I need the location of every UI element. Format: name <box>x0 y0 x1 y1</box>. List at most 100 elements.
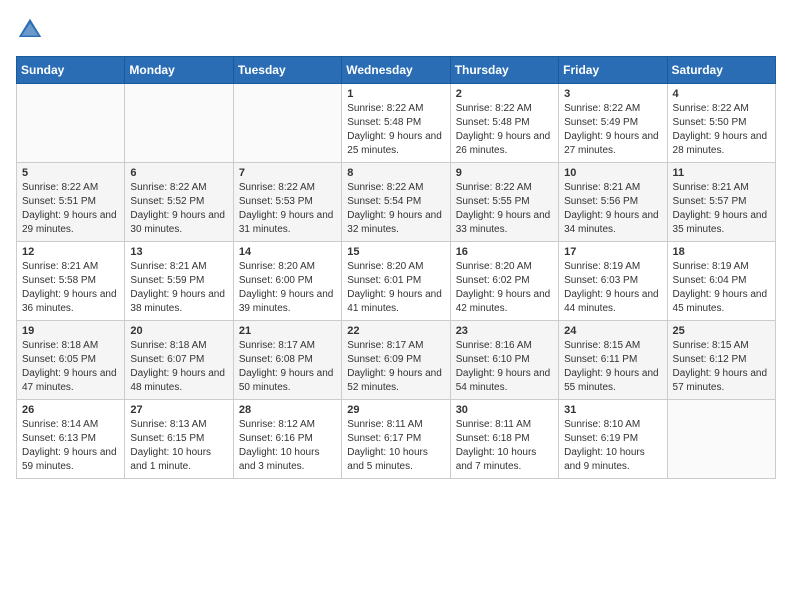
day-info: Sunrise: 8:14 AM Sunset: 6:13 PM Dayligh… <box>22 418 119 474</box>
day-number: 3 <box>564 88 661 100</box>
calendar-cell: 15 Sunrise: 8:20 AM Sunset: 6:01 PM Dayli… <box>342 242 450 321</box>
day-info: Sunrise: 8:19 AM Sunset: 6:03 PM Dayligh… <box>564 260 661 316</box>
day-info: Sunrise: 8:22 AM Sunset: 5:48 PM Dayligh… <box>347 102 444 158</box>
day-info: Sunrise: 8:22 AM Sunset: 5:50 PM Dayligh… <box>673 102 770 158</box>
day-info: Sunrise: 8:22 AM Sunset: 5:53 PM Dayligh… <box>239 181 336 237</box>
calendar-cell: 27 Sunrise: 8:13 AM Sunset: 6:15 PM Dayli… <box>125 400 233 479</box>
day-number: 4 <box>673 88 770 100</box>
calendar-cell: 11 Sunrise: 8:21 AM Sunset: 5:57 PM Dayli… <box>667 163 775 242</box>
day-number: 5 <box>22 167 119 179</box>
calendar-cell: 1 Sunrise: 8:22 AM Sunset: 5:48 PM Daylig… <box>342 84 450 163</box>
day-number: 12 <box>22 246 119 258</box>
day-info: Sunrise: 8:21 AM Sunset: 5:58 PM Dayligh… <box>22 260 119 316</box>
calendar-cell: 2 Sunrise: 8:22 AM Sunset: 5:48 PM Daylig… <box>450 84 558 163</box>
day-info: Sunrise: 8:21 AM Sunset: 5:56 PM Dayligh… <box>564 181 661 237</box>
day-info: Sunrise: 8:20 AM Sunset: 6:01 PM Dayligh… <box>347 260 444 316</box>
column-header-thursday: Thursday <box>450 57 558 84</box>
day-number: 6 <box>130 167 227 179</box>
day-number: 19 <box>22 325 119 337</box>
day-number: 22 <box>347 325 444 337</box>
day-number: 30 <box>456 404 553 416</box>
calendar-cell: 19 Sunrise: 8:18 AM Sunset: 6:05 PM Dayli… <box>17 321 125 400</box>
calendar-week-5: 26 Sunrise: 8:14 AM Sunset: 6:13 PM Dayli… <box>17 400 776 479</box>
calendar-cell: 8Sunrise: 8:22 AM Sunset: 5:54 PM Daylig… <box>342 163 450 242</box>
day-info: Sunrise: 8:16 AM Sunset: 6:10 PM Dayligh… <box>456 339 553 395</box>
day-number: 28 <box>239 404 336 416</box>
calendar-cell: 16 Sunrise: 8:20 AM Sunset: 6:02 PM Dayli… <box>450 242 558 321</box>
calendar-cell <box>17 84 125 163</box>
day-info: Sunrise: 8:12 AM Sunset: 6:16 PM Dayligh… <box>239 418 336 474</box>
day-number: 7 <box>239 167 336 179</box>
calendar-cell <box>125 84 233 163</box>
day-info: Sunrise: 8:17 AM Sunset: 6:08 PM Dayligh… <box>239 339 336 395</box>
calendar-week-4: 19 Sunrise: 8:18 AM Sunset: 6:05 PM Dayli… <box>17 321 776 400</box>
calendar-cell: 17Sunrise: 8:19 AM Sunset: 6:03 PM Dayli… <box>559 242 667 321</box>
day-number: 20 <box>130 325 227 337</box>
day-number: 14 <box>239 246 336 258</box>
column-header-sunday: Sunday <box>17 57 125 84</box>
day-info: Sunrise: 8:18 AM Sunset: 6:05 PM Dayligh… <box>22 339 119 395</box>
day-info: Sunrise: 8:20 AM Sunset: 6:00 PM Dayligh… <box>239 260 336 316</box>
calendar-cell: 31 Sunrise: 8:10 AM Sunset: 6:19 PM Dayli… <box>559 400 667 479</box>
day-info: Sunrise: 8:22 AM Sunset: 5:51 PM Dayligh… <box>22 181 119 237</box>
calendar-cell <box>667 400 775 479</box>
day-number: 16 <box>456 246 553 258</box>
calendar-cell: 26 Sunrise: 8:14 AM Sunset: 6:13 PM Dayli… <box>17 400 125 479</box>
day-info: Sunrise: 8:15 AM Sunset: 6:12 PM Dayligh… <box>673 339 770 395</box>
day-number: 26 <box>22 404 119 416</box>
calendar-cell: 18Sunrise: 8:19 AM Sunset: 6:04 PM Dayli… <box>667 242 775 321</box>
day-number: 2 <box>456 88 553 100</box>
calendar-week-2: 5 Sunrise: 8:22 AM Sunset: 5:51 PM Daylig… <box>17 163 776 242</box>
day-info: Sunrise: 8:22 AM Sunset: 5:52 PM Dayligh… <box>130 181 227 237</box>
page-header <box>16 16 776 44</box>
column-header-friday: Friday <box>559 57 667 84</box>
day-info: Sunrise: 8:21 AM Sunset: 5:59 PM Dayligh… <box>130 260 227 316</box>
column-header-monday: Monday <box>125 57 233 84</box>
day-info: Sunrise: 8:18 AM Sunset: 6:07 PM Dayligh… <box>130 339 227 395</box>
calendar-cell: 20 Sunrise: 8:18 AM Sunset: 6:07 PM Dayli… <box>125 321 233 400</box>
day-number: 11 <box>673 167 770 179</box>
calendar-cell: 13 Sunrise: 8:21 AM Sunset: 5:59 PM Dayli… <box>125 242 233 321</box>
day-number: 1 <box>347 88 444 100</box>
day-info: Sunrise: 8:21 AM Sunset: 5:57 PM Dayligh… <box>673 181 770 237</box>
calendar-cell: 29Sunrise: 8:11 AM Sunset: 6:17 PM Dayli… <box>342 400 450 479</box>
calendar-cell: 21 Sunrise: 8:17 AM Sunset: 6:08 PM Dayli… <box>233 321 341 400</box>
day-info: Sunrise: 8:22 AM Sunset: 5:55 PM Dayligh… <box>456 181 553 237</box>
day-info: Sunrise: 8:22 AM Sunset: 5:54 PM Dayligh… <box>347 181 444 237</box>
day-number: 25 <box>673 325 770 337</box>
calendar-cell: 12 Sunrise: 8:21 AM Sunset: 5:58 PM Dayli… <box>17 242 125 321</box>
calendar-cell: 4 Sunrise: 8:22 AM Sunset: 5:50 PM Daylig… <box>667 84 775 163</box>
day-info: Sunrise: 8:22 AM Sunset: 5:48 PM Dayligh… <box>456 102 553 158</box>
calendar-cell: 25 Sunrise: 8:15 AM Sunset: 6:12 PM Dayli… <box>667 321 775 400</box>
day-number: 10 <box>564 167 661 179</box>
day-info: Sunrise: 8:10 AM Sunset: 6:19 PM Dayligh… <box>564 418 661 474</box>
day-number: 13 <box>130 246 227 258</box>
calendar-cell: 5 Sunrise: 8:22 AM Sunset: 5:51 PM Daylig… <box>17 163 125 242</box>
column-header-saturday: Saturday <box>667 57 775 84</box>
calendar-cell: 9 Sunrise: 8:22 AM Sunset: 5:55 PM Daylig… <box>450 163 558 242</box>
day-info: Sunrise: 8:17 AM Sunset: 6:09 PM Dayligh… <box>347 339 444 395</box>
calendar-cell <box>233 84 341 163</box>
day-info: Sunrise: 8:11 AM Sunset: 6:17 PM Dayligh… <box>347 418 444 474</box>
day-info: Sunrise: 8:15 AM Sunset: 6:11 PM Dayligh… <box>564 339 661 395</box>
column-header-wednesday: Wednesday <box>342 57 450 84</box>
day-number: 21 <box>239 325 336 337</box>
calendar-cell: 7 Sunrise: 8:22 AM Sunset: 5:53 PM Daylig… <box>233 163 341 242</box>
calendar-cell: 14 Sunrise: 8:20 AM Sunset: 6:00 PM Dayli… <box>233 242 341 321</box>
day-number: 15 <box>347 246 444 258</box>
calendar-table: SundayMondayTuesdayWednesdayThursdayFrid… <box>16 56 776 479</box>
day-info: Sunrise: 8:11 AM Sunset: 6:18 PM Dayligh… <box>456 418 553 474</box>
day-info: Sunrise: 8:20 AM Sunset: 6:02 PM Dayligh… <box>456 260 553 316</box>
day-number: 24 <box>564 325 661 337</box>
day-number: 9 <box>456 167 553 179</box>
logo <box>16 16 48 44</box>
day-number: 27 <box>130 404 227 416</box>
calendar-week-3: 12 Sunrise: 8:21 AM Sunset: 5:58 PM Dayli… <box>17 242 776 321</box>
day-info: Sunrise: 8:13 AM Sunset: 6:15 PM Dayligh… <box>130 418 227 474</box>
day-info: Sunrise: 8:22 AM Sunset: 5:49 PM Dayligh… <box>564 102 661 158</box>
day-number: 31 <box>564 404 661 416</box>
day-info: Sunrise: 8:19 AM Sunset: 6:04 PM Dayligh… <box>673 260 770 316</box>
calendar-cell: 10 Sunrise: 8:21 AM Sunset: 5:56 PM Dayli… <box>559 163 667 242</box>
calendar-cell: 24 Sunrise: 8:15 AM Sunset: 6:11 PM Dayli… <box>559 321 667 400</box>
calendar-cell: 3 Sunrise: 8:22 AM Sunset: 5:49 PM Daylig… <box>559 84 667 163</box>
